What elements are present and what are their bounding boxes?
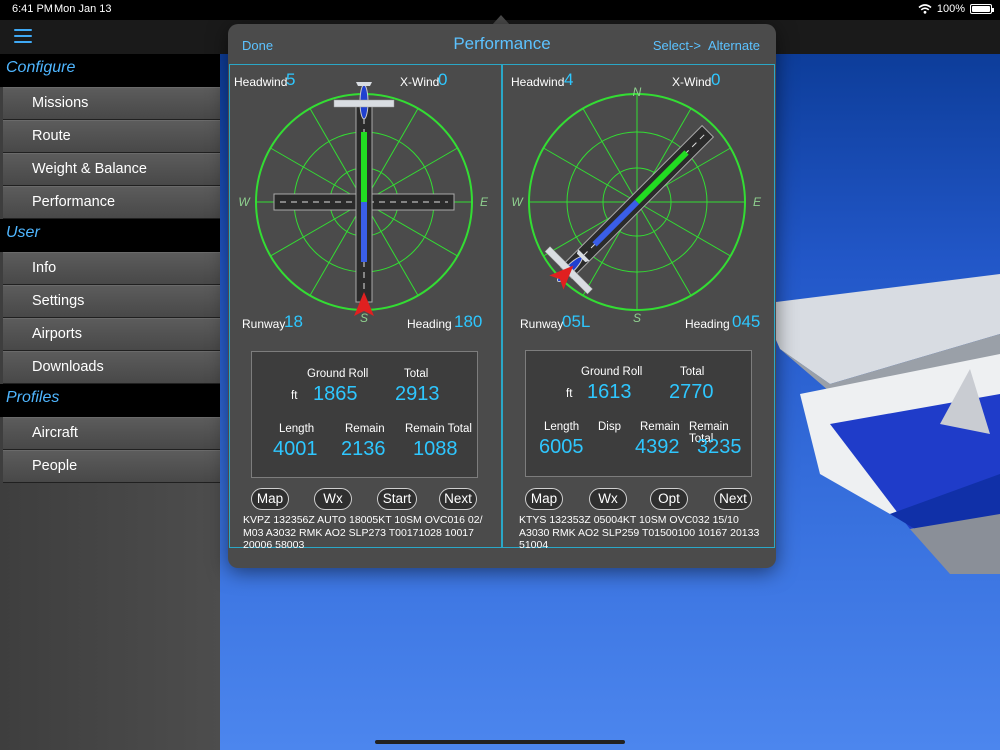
sidebar-item-airports[interactable]: Airports <box>3 318 220 351</box>
xwind-label: X-Wind <box>672 75 712 89</box>
compass-n-label: N <box>633 85 642 99</box>
ground-roll-value: 1613 <box>587 381 632 403</box>
headwind-label: Headwind <box>511 75 565 89</box>
opt-button[interactable]: Opt <box>650 488 688 510</box>
xwind-value: 0 <box>438 70 448 89</box>
metar-text: KVPZ 132356Z AUTO 18005KT 10SM OVC016 02… <box>243 514 483 551</box>
headwind-value: 5 <box>286 70 296 89</box>
compass-w-label: W <box>238 195 251 209</box>
start-button[interactable]: Start <box>377 488 417 510</box>
sidebar-item-people[interactable]: People <box>3 450 220 483</box>
metar-text: KTYS 132353Z 05004KT 10SM OVC032 15/10 A… <box>519 514 760 551</box>
wind-compass: N S E W <box>511 85 762 325</box>
aircraft-image <box>760 274 1000 574</box>
battery-icon <box>970 4 994 14</box>
remain-label: Remain <box>640 421 680 433</box>
arrival-panel: N S E W Headwind 4 X-Wind 0 Runway 05L Head… <box>502 64 775 551</box>
remain-total-value: 1088 <box>413 438 458 460</box>
compass-s-label: S <box>633 311 641 325</box>
sidebar: Configure Missions Route Weight & Balance Pe… <box>0 54 220 750</box>
wifi-icon <box>918 4 932 14</box>
departure-panel: S E W Headwind 5 X-Wind 0 Runway 18 Headin… <box>229 64 502 551</box>
wx-button[interactable]: Wx <box>589 488 627 510</box>
compass-radial-line <box>636 201 731 257</box>
remain-value: 2136 <box>341 438 386 460</box>
airplane-wings <box>333 99 395 108</box>
runway-value: 05L <box>562 312 591 331</box>
compass-radial-line <box>582 108 638 203</box>
ground-roll-label: Ground Roll <box>581 366 643 378</box>
status-time: 6:41 PM <box>12 3 53 15</box>
alternate-button[interactable]: Alternate <box>708 38 760 53</box>
popover-header-actions: Select-> Alternate <box>653 38 760 53</box>
sidebar-item-missions[interactable]: Missions <box>3 87 220 120</box>
ground-roll-value: 1865 <box>313 383 358 405</box>
length-value: 6005 <box>539 436 584 458</box>
compass-s-label: S <box>360 311 368 325</box>
ground-roll-label: Ground Roll <box>307 368 369 380</box>
xwind-value: 0 <box>711 70 721 89</box>
length-label: Length <box>544 421 580 433</box>
home-indicator[interactable] <box>375 740 625 744</box>
status-right: 100% <box>918 3 994 15</box>
sidebar-section-header: Profiles <box>0 384 220 417</box>
sidebar-item-settings[interactable]: Settings <box>3 285 220 318</box>
total-label: Total <box>404 368 429 380</box>
compass-e-label: E <box>753 195 762 209</box>
compass-e-label: E <box>480 195 489 209</box>
wx-button[interactable]: Wx <box>314 488 352 510</box>
sidebar-item-route[interactable]: Route <box>3 120 220 153</box>
sidebar-item-weight-balance[interactable]: Weight & Balance <box>3 153 220 186</box>
total-value: 2770 <box>669 381 714 403</box>
heading-label: Heading <box>685 317 730 331</box>
runway-label: Runway <box>520 317 564 331</box>
next-button[interactable]: Next <box>439 488 477 510</box>
total-label: Total <box>680 366 705 378</box>
hamburger-menu-icon[interactable] <box>14 28 32 44</box>
unit-label: ft <box>566 388 573 400</box>
status-date: Mon Jan 13 <box>54 3 112 15</box>
heading-value: 180 <box>454 312 483 331</box>
map-button[interactable]: Map <box>251 488 289 510</box>
runway-value: 18 <box>284 312 303 331</box>
total-value: 2913 <box>395 383 440 405</box>
compass-radial-line <box>543 147 638 203</box>
heading-value: 045 <box>732 312 761 331</box>
heading-label: Heading <box>407 317 452 331</box>
remain-value: 4392 <box>635 436 680 458</box>
next-button[interactable]: Next <box>714 488 752 510</box>
sidebar-item-downloads[interactable]: Downloads <box>3 351 220 384</box>
map-button[interactable]: Map <box>525 488 563 510</box>
length-label: Length <box>279 423 315 435</box>
sidebar-item-aircraft[interactable]: Aircraft <box>3 417 220 450</box>
performance-results: Ground Roll Total ft 1613 2770 Length Di… <box>525 350 752 477</box>
runway-label: Runway <box>242 317 286 331</box>
airplane-icon <box>333 82 395 120</box>
battery-level <box>972 6 990 12</box>
popover-header: Done Performance Select-> Alternate <box>228 24 776 64</box>
airplane-tail <box>356 82 372 86</box>
performance-popover: Done Performance Select-> Alternate S E W … <box>228 24 776 568</box>
length-value: 4001 <box>273 438 318 460</box>
sidebar-section-header: Configure <box>0 54 220 87</box>
disp-label: Disp <box>598 421 622 433</box>
remain-total-value: 3235 <box>697 436 742 458</box>
battery-percent: 100% <box>936 3 965 15</box>
remain-total-label: Remain Total <box>405 423 472 435</box>
unit-label: ft <box>291 390 298 402</box>
select-button[interactable]: Select-> <box>653 38 701 53</box>
wind-compass: S E W <box>238 82 489 325</box>
xwind-label: X-Wind <box>400 75 440 89</box>
compass-w-label: W <box>511 195 524 209</box>
remaining-bar <box>361 202 367 262</box>
ground-roll-bar <box>361 132 367 202</box>
compass-radial-line <box>636 201 692 296</box>
headwind-label: Headwind <box>234 75 288 89</box>
remain-label: Remain <box>345 423 385 435</box>
sidebar-item-performance[interactable]: Performance <box>3 186 220 219</box>
sidebar-section-header: User <box>0 219 220 252</box>
performance-results: Ground Roll Total ft 1865 2913 Length Re… <box>251 351 478 478</box>
headwind-value: 4 <box>564 70 574 89</box>
sidebar-item-info[interactable]: Info <box>3 252 220 285</box>
